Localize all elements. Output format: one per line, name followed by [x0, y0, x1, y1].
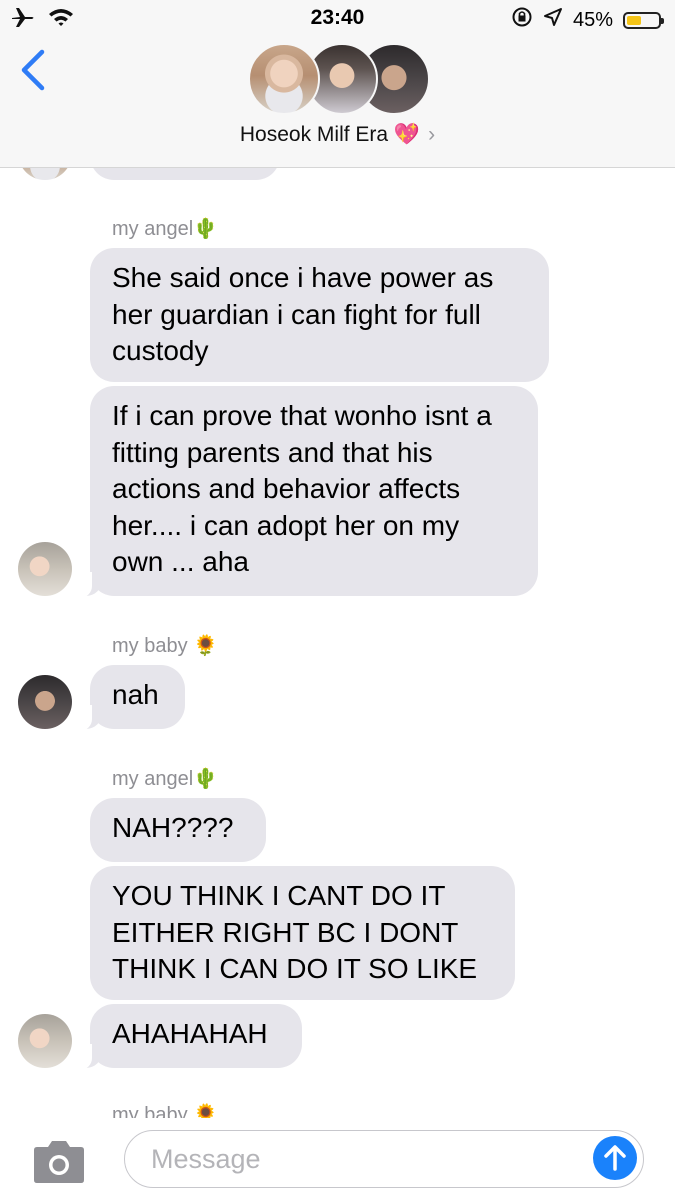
bubble-tail — [72, 1044, 102, 1070]
back-button[interactable] — [18, 48, 48, 97]
bubble-tail — [72, 572, 102, 598]
battery-percent: 45% — [572, 8, 613, 31]
battery-level — [627, 15, 641, 25]
status-bar: 23:40 45% — [0, 0, 675, 38]
compose-bar: Message — [0, 1118, 675, 1200]
sender-name: my baby 🌻 — [112, 635, 219, 657]
chevron-right-icon: › — [428, 123, 436, 146]
message-input[interactable]: Message — [124, 1130, 644, 1188]
message-bubble[interactable]: YOU THINK I CANT DO IT EITHER RIGHT BC I… — [90, 866, 515, 1000]
group-name: Hoseok Milf Era 💖 — [239, 123, 421, 146]
message-list[interactable]: my angel🌵 She said once i have power as … — [0, 168, 675, 1118]
message-bubble[interactable] — [90, 168, 280, 180]
location-icon — [543, 7, 563, 33]
sender-name: my baby 🌻 — [112, 1104, 219, 1118]
message-bubble[interactable]: AHAHAHAH — [90, 1004, 302, 1068]
orientation-lock-icon — [511, 6, 533, 34]
camera-button[interactable] — [30, 1140, 88, 1189]
conversation-header: Hoseok Milf Era 💖 › — [0, 38, 675, 168]
avatar — [248, 43, 320, 115]
group-name-button[interactable]: Hoseok Milf Era 💖 › — [0, 123, 675, 147]
chevron-left-icon — [18, 49, 48, 96]
message-bubble[interactable]: nah — [90, 665, 185, 729]
send-button[interactable] — [593, 1136, 637, 1180]
avatar — [18, 542, 72, 596]
message-bubble[interactable]: NAH???? — [90, 798, 266, 862]
avatar — [18, 168, 72, 180]
avatar — [18, 675, 72, 729]
bubble-tail — [72, 705, 102, 731]
battery-icon — [623, 11, 664, 29]
send-arrow-icon — [593, 1145, 637, 1184]
camera-icon — [30, 1141, 88, 1188]
message-bubble[interactable]: She said once i have power as her guardi… — [90, 248, 549, 382]
message-placeholder: Message — [151, 1144, 261, 1174]
sender-name: my angel🌵 — [112, 768, 219, 790]
sender-name: my angel🌵 — [112, 218, 219, 240]
avatar — [18, 1014, 72, 1068]
group-avatars[interactable] — [248, 43, 430, 117]
message-bubble[interactable]: If i can prove that wonho isnt a fitting… — [90, 386, 538, 596]
